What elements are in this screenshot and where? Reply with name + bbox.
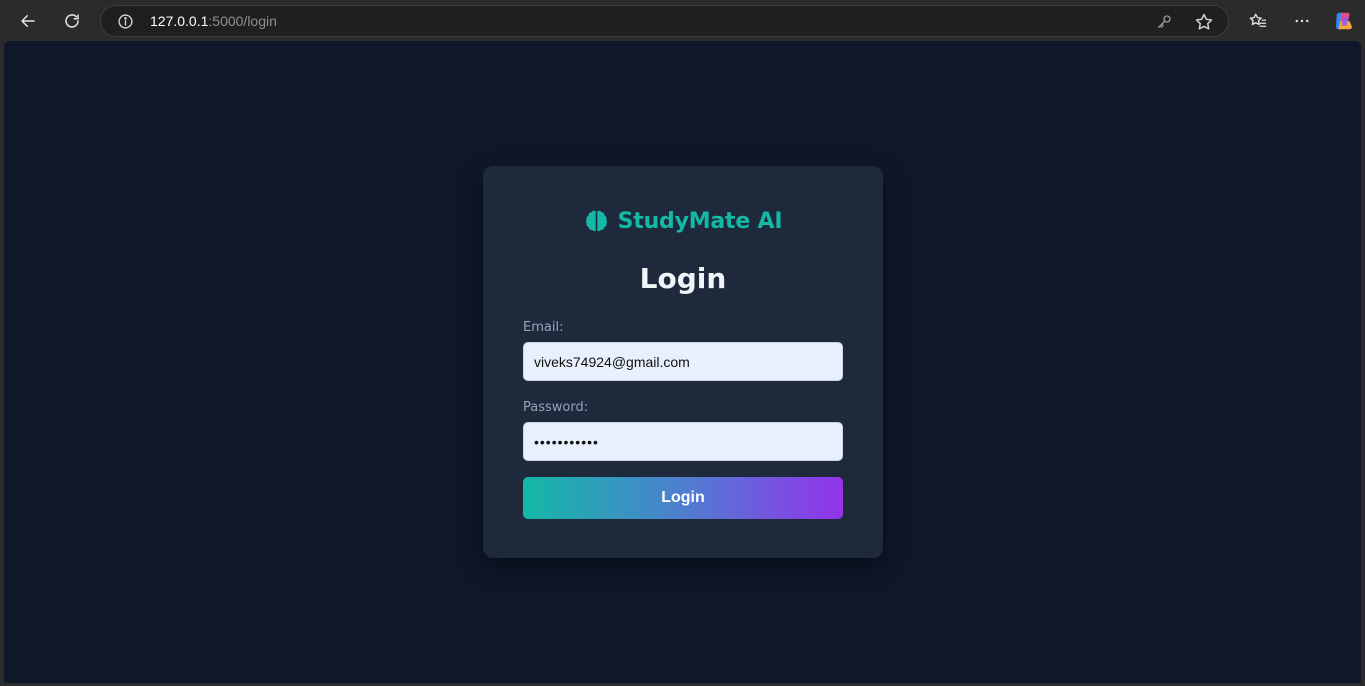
copilot-button[interactable] xyxy=(1329,6,1359,36)
favorites-icon xyxy=(1249,13,1267,27)
login-card: StudyMate AI Login Email: Password: Logi… xyxy=(483,166,883,558)
more-icon xyxy=(1295,19,1309,23)
more-button[interactable] xyxy=(1287,6,1317,36)
login-button[interactable]: Login xyxy=(523,477,843,519)
reload-button[interactable] xyxy=(57,6,87,36)
password-label: Password: xyxy=(523,400,589,415)
brand: StudyMate AI xyxy=(483,208,883,234)
url-path: :5000/login xyxy=(208,13,277,29)
email-field[interactable] xyxy=(523,342,843,381)
page-title: Login xyxy=(639,262,727,295)
page-viewport: StudyMate AI Login Email: Password: Logi… xyxy=(4,41,1361,683)
browser-toolbar: 127.0.0.1:5000/login xyxy=(0,0,1365,41)
favorites-button[interactable] xyxy=(1243,6,1273,36)
back-button[interactable] xyxy=(13,6,43,36)
brand-name: StudyMate AI xyxy=(617,208,783,234)
star-icon[interactable] xyxy=(1194,12,1214,32)
address-bar[interactable]: 127.0.0.1:5000/login xyxy=(100,5,1229,37)
url-host: 127.0.0.1 xyxy=(150,13,209,29)
password-field[interactable] xyxy=(523,422,843,461)
email-label: Email: xyxy=(523,320,564,335)
url-text[interactable]: 127.0.0.1:5000/login xyxy=(150,13,277,29)
key-icon[interactable] xyxy=(1155,13,1173,31)
info-icon[interactable] xyxy=(117,13,134,30)
copilot-icon xyxy=(1336,12,1352,30)
brain-icon xyxy=(585,210,607,232)
arrow-left-icon xyxy=(21,15,35,27)
reload-icon xyxy=(65,14,79,28)
